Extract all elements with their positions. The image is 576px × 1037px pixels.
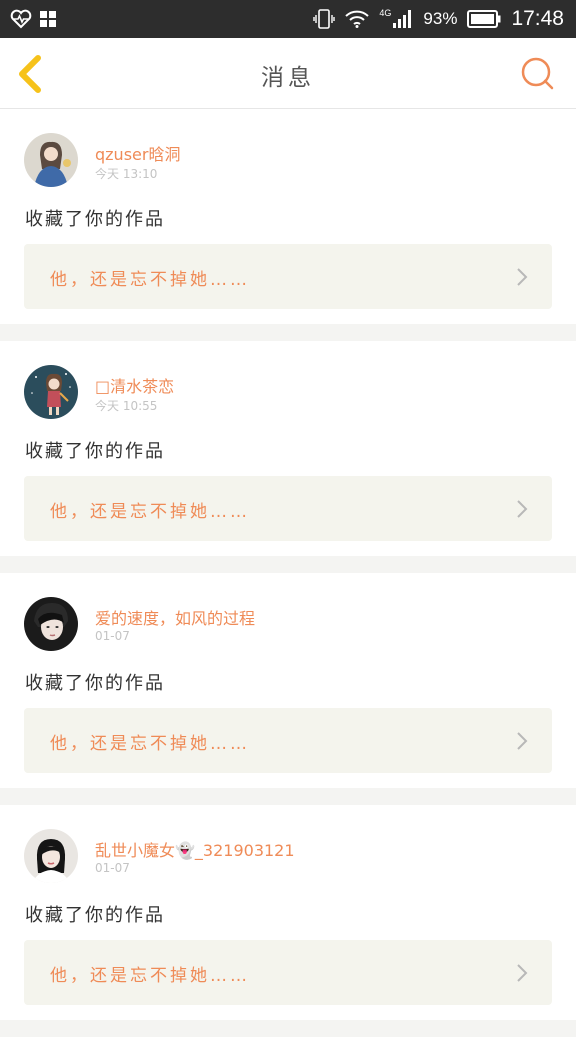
avatar[interactable] bbox=[24, 829, 78, 883]
heart-monitor-icon bbox=[10, 9, 32, 29]
avatar[interactable] bbox=[24, 133, 78, 187]
message-time: 01-07 bbox=[95, 861, 130, 875]
page-title: 消息 bbox=[261, 65, 315, 91]
action-text: 收藏了你的作品 bbox=[25, 209, 165, 230]
battery-percent: 93% bbox=[423, 9, 458, 28]
work-link[interactable]: 他，还是忘不掉她…… bbox=[24, 940, 552, 1005]
wifi-icon bbox=[345, 10, 370, 28]
clock: 17:48 bbox=[511, 7, 564, 30]
message-card: qzuser晗洞 今天 13:10 收藏了你的作品 他，还是忘不掉她…… bbox=[0, 109, 576, 324]
message-card: □清水茶恋 今天 10:55 收藏了你的作品 他，还是忘不掉她…… bbox=[0, 341, 576, 556]
username[interactable]: 乱世小魔女👻_321903121 bbox=[95, 837, 295, 861]
message-card: 爱的速度，如风的过程 01-07 收藏了你的作品 他，还是忘不掉她…… bbox=[0, 573, 576, 788]
signal-icon bbox=[393, 10, 412, 28]
message-time: 01-07 bbox=[95, 629, 130, 643]
action-text: 收藏了你的作品 bbox=[25, 441, 165, 462]
header-bar: 消息 bbox=[0, 38, 576, 109]
search-icon[interactable] bbox=[520, 56, 554, 90]
action-text: 收藏了你的作品 bbox=[25, 673, 165, 694]
battery-icon bbox=[467, 10, 501, 28]
work-link[interactable]: 他，还是忘不掉她…… bbox=[24, 244, 552, 309]
message-time: 今天 13:10 bbox=[95, 167, 158, 181]
avatar[interactable] bbox=[24, 365, 78, 419]
work-title: 他，还是忘不掉她…… bbox=[50, 734, 250, 754]
username[interactable]: □清水茶恋 bbox=[95, 373, 174, 397]
message-card: 乱世小魔女👻_321903121 01-07 收藏了你的作品 他，还是忘不掉她…… bbox=[0, 805, 576, 1020]
message-time: 今天 10:55 bbox=[95, 399, 158, 413]
action-text: 收藏了你的作品 bbox=[25, 905, 165, 926]
chevron-right-icon bbox=[517, 964, 528, 982]
avatar[interactable] bbox=[24, 597, 78, 651]
chevron-right-icon bbox=[517, 732, 528, 750]
chevron-right-icon bbox=[517, 268, 528, 286]
username[interactable]: 爱的速度，如风的过程 bbox=[95, 605, 255, 629]
work-title: 他，还是忘不掉她…… bbox=[50, 502, 250, 522]
work-title: 他，还是忘不掉她…… bbox=[50, 966, 250, 986]
message-list: qzuser晗洞 今天 13:10 收藏了你的作品 他，还是忘不掉她…… □清水… bbox=[0, 109, 576, 1037]
status-bar: 4G 93% 17:48 bbox=[0, 0, 576, 38]
vibrate-icon bbox=[313, 9, 336, 29]
network-type: 4G bbox=[379, 8, 392, 18]
work-link[interactable]: 他，还是忘不掉她…… bbox=[24, 476, 552, 541]
apps-grid-icon bbox=[40, 11, 56, 27]
username[interactable]: qzuser晗洞 bbox=[95, 141, 180, 165]
chevron-right-icon bbox=[517, 500, 528, 518]
work-title: 他，还是忘不掉她…… bbox=[50, 270, 250, 290]
work-link[interactable]: 他，还是忘不掉她…… bbox=[24, 708, 552, 773]
